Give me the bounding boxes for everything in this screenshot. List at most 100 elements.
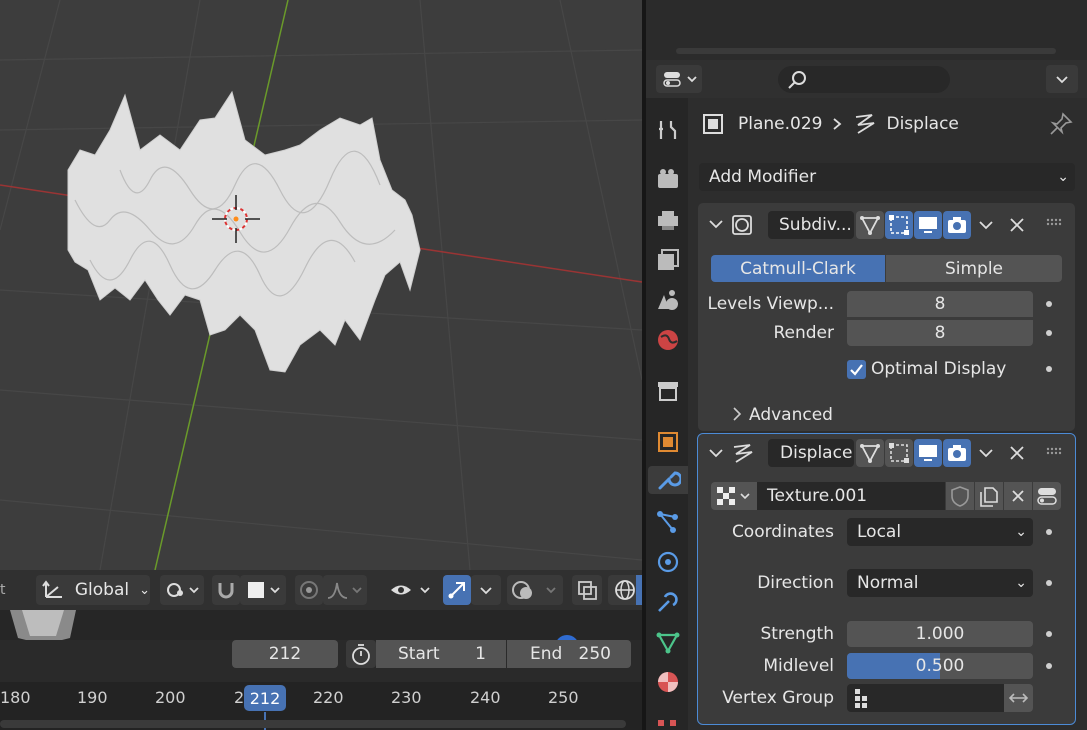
viewport-display-toggle[interactable] [914,211,942,239]
transform-orientation-dropdown[interactable]: Global ⌄ [36,575,150,605]
fake-user-button[interactable] [946,482,974,510]
tab-data[interactable] [654,628,682,656]
chevron-down-icon[interactable] [976,443,996,463]
direction-dropdown[interactable]: Normal ⌄ [847,569,1033,597]
strength-field[interactable]: 1.000 [847,621,1033,647]
tab-tool[interactable] [654,116,682,144]
close-icon[interactable] [1007,215,1027,235]
vertex-group-field[interactable] [847,684,1004,712]
chevron-down-icon: ⌄ [1057,169,1069,185]
animate-property-dot[interactable] [1046,366,1052,372]
chevron-right-icon[interactable] [728,405,746,423]
animate-property-dot[interactable] [1046,330,1052,336]
animate-property-dot[interactable] [1046,301,1052,307]
coordinates-dropdown[interactable]: Local ⌄ [847,518,1033,546]
tab-collection[interactable] [654,376,682,404]
tab-output[interactable] [654,206,682,234]
advanced-subpanel-label[interactable]: Advanced [749,405,833,425]
gizmo-toggle-button[interactable] [443,575,471,605]
displace-modifier-icon [733,444,753,463]
start-frame-field[interactable]: Start 1 [376,640,506,668]
displaced-mesh[interactable] [67,90,421,373]
duplicate-texture-button[interactable] [975,482,1003,510]
gizmo-dropdown[interactable] [471,575,501,605]
tab-simple[interactable]: Simple [886,255,1062,282]
texture-name-field[interactable]: Texture.001 [757,482,945,510]
tab-view-layer[interactable] [654,246,682,274]
close-icon[interactable] [1007,443,1027,463]
tab-world[interactable] [654,326,682,354]
magnet-icon [218,583,234,599]
edit-mode-toggle[interactable] [885,439,913,467]
xray-toggle-button[interactable] [572,575,602,605]
tab-constraints[interactable] [654,588,682,616]
top-scrollbar[interactable] [676,48,1056,54]
tab-catmull-clark[interactable]: Catmull-Clark [711,255,885,282]
tab-scene[interactable] [654,286,682,314]
double-arrow-icon [1008,693,1029,703]
chevron-down-icon [1056,76,1068,84]
animate-property-dot[interactable] [1046,529,1052,535]
displace-name-field[interactable]: Displace [768,439,854,467]
search-input[interactable] [778,66,950,93]
preview-range-toggle[interactable] [346,640,376,668]
ruler-tick: 220 [313,688,344,707]
collapse-chevron-icon[interactable] [706,443,726,463]
tab-object[interactable] [654,428,682,456]
drag-handle-icon[interactable] [1046,447,1064,457]
add-modifier-dropdown[interactable]: Add Modifier ⌄ [699,163,1075,191]
animate-property-dot[interactable] [1046,580,1052,586]
edit-cage-toggle[interactable] [856,211,884,239]
pivot-point-dropdown[interactable] [160,575,204,605]
wireframe-globe-icon [615,580,635,600]
collapse-chevron-icon[interactable] [706,214,726,234]
levels-viewport-field[interactable]: 8 [847,291,1033,317]
optimal-display-checkbox[interactable] [847,360,866,379]
snap-target-dropdown[interactable] [240,575,286,605]
tab-physics[interactable] [654,548,682,576]
timeline-ruler[interactable]: 180 190 200 2 220 230 240 250 212 [0,682,642,730]
visibility-dropdown[interactable] [387,575,435,605]
chevron-down-icon[interactable] [976,215,996,235]
tab-particles[interactable] [654,508,682,536]
chevron-down-icon [480,587,492,595]
animate-property-dot[interactable] [1046,663,1052,669]
options-dropdown[interactable] [1046,65,1078,93]
viewport-canvas[interactable] [0,0,642,570]
render-toggle[interactable] [943,439,971,467]
end-frame-field[interactable]: End 250 [507,640,631,668]
subdivision-name-field[interactable]: Subdiv... [768,211,854,239]
ruler-tick: 240 [470,688,501,707]
unlink-texture-button[interactable] [1004,482,1032,510]
tab-modifiers[interactable] [648,466,688,494]
overlays-dropdown[interactable] [507,575,563,605]
snap-toggle-button[interactable] [212,575,240,605]
copy-icon [980,487,998,507]
xray-icon [578,581,597,600]
midlevel-slider[interactable]: 0.500 [847,653,1033,679]
chevron-right-icon [833,118,842,130]
tab-texture[interactable] [654,718,682,730]
animate-property-dot[interactable] [1046,631,1052,637]
current-frame-field[interactable]: 212 [232,640,338,668]
timeline-scrollbar[interactable] [0,720,626,728]
proportional-edit-toggle[interactable] [295,575,323,605]
pin-icon[interactable] [1048,111,1074,137]
falloff-dropdown[interactable] [323,575,367,605]
3d-viewport[interactable] [0,0,642,570]
texture-browse-button[interactable] [711,482,757,510]
tab-material[interactable] [654,668,682,696]
texture-properties-button[interactable] [1033,482,1061,510]
render-toggle[interactable] [943,211,971,239]
viewport-header: t Global ⌄ [0,570,642,610]
viewport-display-toggle[interactable] [914,439,942,467]
tab-render[interactable] [654,166,682,194]
edit-cage-toggle[interactable] [856,439,884,467]
invert-vertex-group-button[interactable] [1004,684,1033,712]
render-levels-field[interactable]: 8 [847,320,1033,346]
timeline-keyframe-strip[interactable] [0,610,642,659]
playhead[interactable]: 212 [244,685,286,711]
editor-type-dropdown[interactable] [656,65,702,93]
drag-handle-icon[interactable] [1046,218,1064,228]
edit-mode-toggle[interactable] [885,211,913,239]
